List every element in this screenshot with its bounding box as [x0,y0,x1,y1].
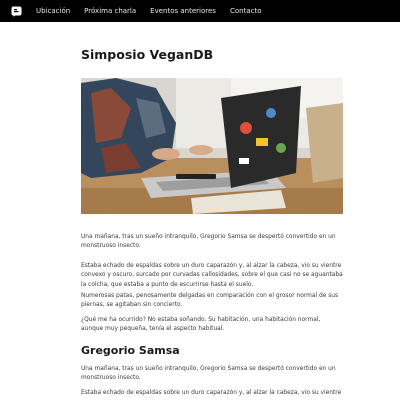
logo-icon[interactable] [11,6,22,17]
paragraph-3: Numerosas patas, penosamente delgadas en… [81,293,339,309]
paragraph-4: ¿Qué me ha ocurrido? No estaba soñando. … [81,317,321,333]
nav-link-contacto[interactable]: Contacto [230,7,262,15]
hero-image [81,78,343,214]
paragraph-6: Estaba echado de espaldas sobre un duro … [81,390,342,396]
section-heading: Gregorio Samsa [81,344,180,357]
top-navbar: Ubicación Próxima charla Eventos anterio… [0,0,400,22]
paragraph-5: Una mañana, tras un sueño intranquilo, G… [81,366,336,382]
page-title: Simposio VeganDB [81,47,214,62]
nav-link-ubicacion[interactable]: Ubicación [36,7,70,15]
nav-link-proxima-charla[interactable]: Próxima charla [84,7,136,15]
nav-link-eventos-anteriores[interactable]: Eventos anteriores [150,7,216,15]
paragraph-1: Una mañana, tras un sueño intranquilo, G… [81,234,336,250]
paragraph-2: Estaba echado de espaldas sobre un duro … [81,263,343,288]
chat-bubble-logo-icon [11,6,22,17]
